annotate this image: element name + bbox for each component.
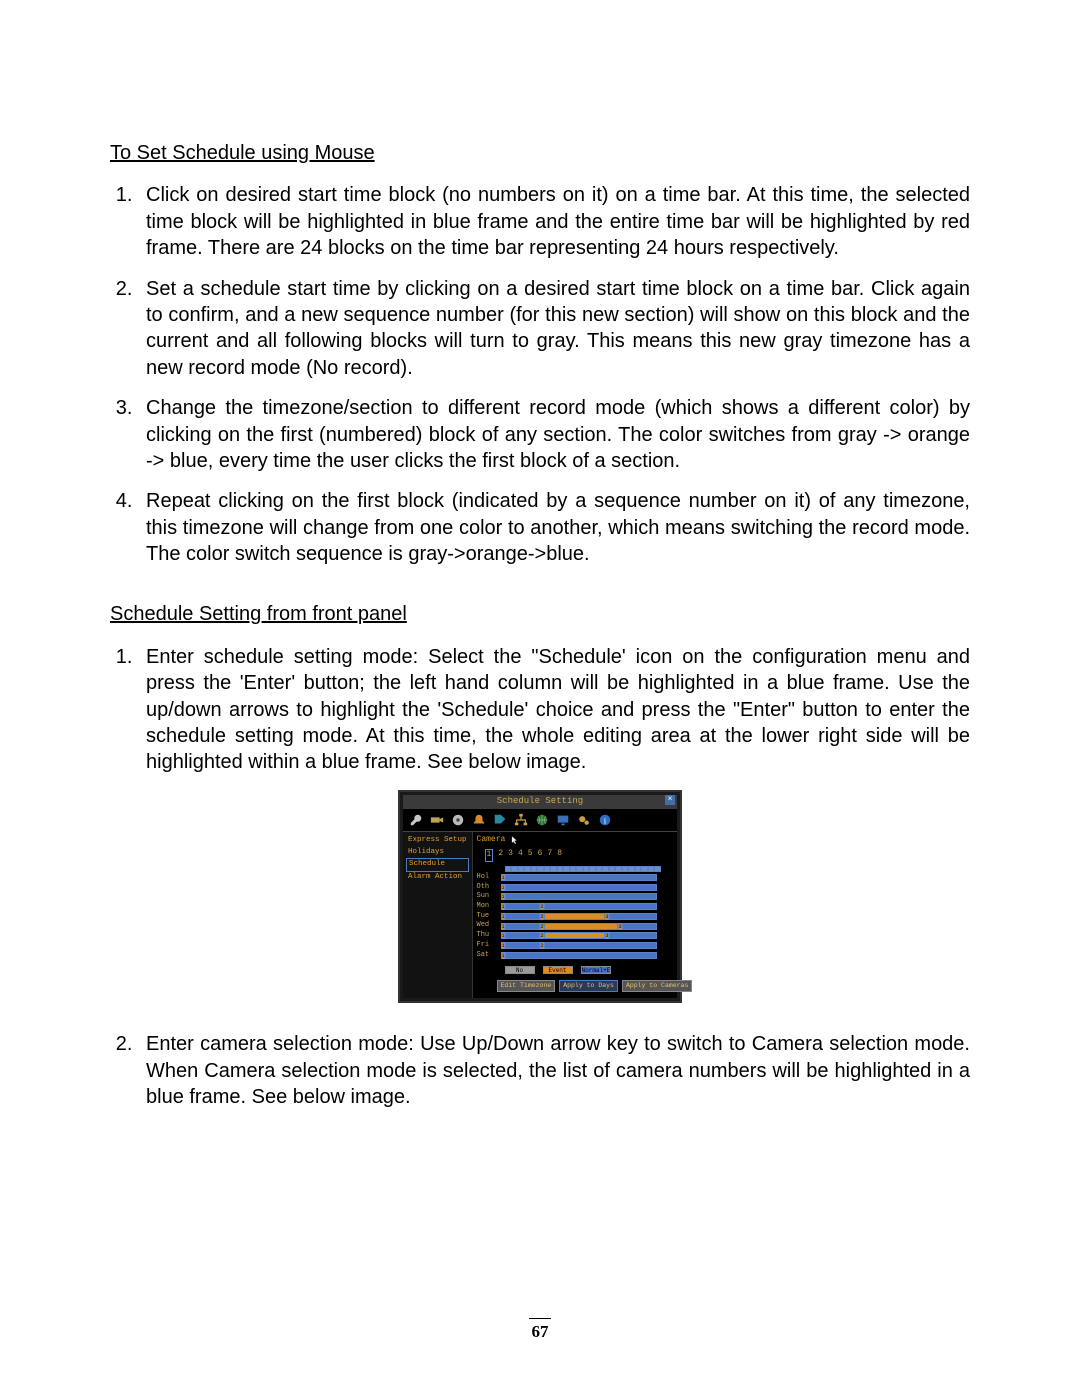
section-heading-a: To Set Schedule using Mouse: [110, 140, 970, 166]
instruction-item: Change the timezone/section to different…: [138, 395, 970, 474]
page-number: 67: [532, 1322, 549, 1341]
day-row[interactable]: Fri12: [477, 941, 693, 950]
document-page: To Set Schedule using Mouse Click on des…: [0, 0, 1080, 1397]
day-row[interactable]: Mon12: [477, 902, 693, 911]
segment-normal-event[interactable]: [505, 893, 657, 900]
apply-to-cameras-button[interactable]: Apply to Cameras: [622, 980, 692, 993]
day-label: Sun: [477, 892, 501, 901]
camera-number[interactable]: 3: [508, 849, 513, 862]
bell-icon[interactable]: [472, 813, 486, 827]
segment-event-only[interactable]: [544, 932, 605, 939]
window-title: Schedule Setting: [497, 796, 583, 806]
segment-event-only[interactable]: [544, 913, 605, 920]
instruction-list-a: Click on desired start time block (no nu…: [110, 182, 970, 567]
legend-event-only: Event Only: [543, 966, 573, 974]
segment-normal-event[interactable]: [609, 932, 657, 939]
schedule-setting-window: Schedule Setting ×: [398, 790, 682, 1004]
sidebar-item-schedule[interactable]: Schedule: [406, 858, 469, 872]
day-label: Thu: [477, 931, 501, 940]
camera-number[interactable]: 6: [538, 849, 543, 862]
instruction-item: Enter camera selection mode: Use Up/Down…: [138, 1031, 970, 1110]
legend-no-record: No Record: [505, 966, 535, 974]
day-row[interactable]: Oth1: [477, 883, 693, 892]
close-icon[interactable]: ×: [665, 795, 675, 805]
schedule-editor: Camera 1 2 3 4 5: [473, 832, 697, 999]
hour-ruler: [505, 866, 693, 872]
reel-icon[interactable]: [451, 813, 465, 827]
button-row: Edit Timezone Apply to Days Apply to Cam…: [497, 980, 693, 993]
segment-normal-event[interactable]: [544, 903, 657, 910]
sidebar: Express Setup Holidays Schedule Alarm Ac…: [403, 832, 473, 999]
segment-normal-event[interactable]: [505, 874, 657, 881]
instruction-item: Repeat clicking on the first block (indi…: [138, 488, 970, 567]
cursor-icon: [511, 835, 519, 845]
sidebar-item-alarm-action[interactable]: Alarm Action: [406, 872, 469, 884]
segment-normal-event[interactable]: [544, 942, 657, 949]
legend-normal-event: Normal+Event: [581, 966, 611, 974]
instruction-list-b: Enter schedule setting mode: Select the …: [110, 644, 970, 1111]
day-label: Mon: [477, 902, 501, 911]
day-row[interactable]: Sun1: [477, 892, 693, 901]
sidebar-item-express-setup[interactable]: Express Setup: [406, 835, 469, 847]
instruction-item: Enter schedule setting mode: Select the …: [138, 644, 970, 776]
day-row[interactable]: Hol1: [477, 873, 693, 882]
camera-number[interactable]: 4: [518, 849, 523, 862]
day-row[interactable]: Wed123: [477, 921, 693, 930]
segment-normal-event[interactable]: [505, 884, 657, 891]
segment-normal-event[interactable]: [505, 932, 540, 939]
info-icon[interactable]: i: [598, 813, 612, 827]
camera-number[interactable]: 8: [557, 849, 562, 862]
monitor-icon[interactable]: [556, 813, 570, 827]
camera-number[interactable]: 1: [485, 849, 494, 862]
network-icon[interactable]: [514, 813, 528, 827]
day-label: Wed: [477, 921, 501, 930]
day-row[interactable]: Sat1: [477, 951, 693, 960]
hour-cell: [654, 866, 661, 872]
wrench-icon[interactable]: [409, 813, 423, 827]
camera-icon[interactable]: [430, 813, 444, 827]
camera-number[interactable]: 5: [528, 849, 533, 862]
gears-icon[interactable]: [577, 813, 591, 827]
segment-normal-event[interactable]: [505, 952, 657, 959]
day-label: Oth: [477, 883, 501, 892]
day-label: Tue: [477, 912, 501, 921]
camera-label: Camera: [477, 835, 506, 846]
sidebar-item-holidays[interactable]: Holidays: [406, 847, 469, 859]
day-row[interactable]: Tue123: [477, 912, 693, 921]
segment-event-only[interactable]: [544, 923, 618, 930]
tag-icon[interactable]: [493, 813, 507, 827]
camera-number[interactable]: 7: [547, 849, 552, 862]
segment-normal-event[interactable]: [609, 913, 657, 920]
schedule-figure-wrap: Schedule Setting ×: [110, 790, 970, 1004]
instruction-item: Click on desired start time block (no nu…: [138, 182, 970, 261]
record-mode-legend: No Record Event Only Normal+Event: [505, 966, 693, 974]
segment-normal-event[interactable]: [505, 913, 540, 920]
page-footer: 67: [0, 1318, 1080, 1343]
window-title-bar: Schedule Setting ×: [403, 795, 677, 809]
segment-normal-event[interactable]: [505, 923, 540, 930]
globe-icon[interactable]: [535, 813, 549, 827]
apply-to-days-button[interactable]: Apply to Days: [559, 980, 618, 993]
day-label: Hol: [477, 873, 501, 882]
section-heading-b: Schedule Setting from front panel: [110, 601, 970, 627]
camera-number-list[interactable]: 1 2 3 4 5 6 7 8: [485, 849, 693, 862]
instruction-item: Set a schedule start time by clicking on…: [138, 276, 970, 382]
segment-normal-event[interactable]: [622, 923, 657, 930]
edit-timezone-button[interactable]: Edit Timezone: [497, 980, 556, 993]
camera-number[interactable]: 2: [498, 849, 503, 862]
toolbar: i: [403, 809, 677, 832]
day-label: Sat: [477, 951, 501, 960]
day-label: Fri: [477, 941, 501, 950]
segment-normal-event[interactable]: [505, 903, 540, 910]
segment-normal-event[interactable]: [505, 942, 540, 949]
day-row[interactable]: Thu123: [477, 931, 693, 940]
